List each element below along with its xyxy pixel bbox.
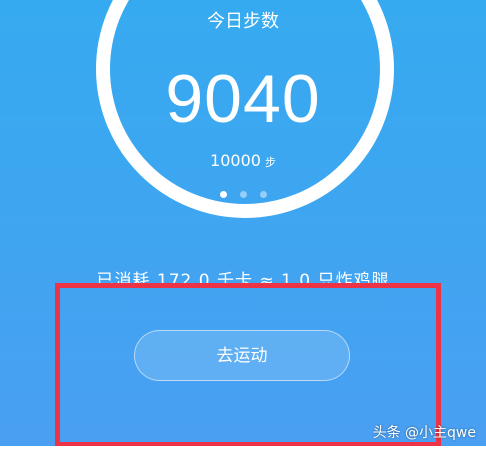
step-count: 9040 <box>165 61 321 137</box>
watermark: 头条 @小主qwe <box>372 425 476 441</box>
calorie-summary: 已消耗 172.0 千卡 ≈ 1.0 只炸鸡腿 <box>96 271 390 291</box>
page-dot-3[interactable] <box>259 191 267 198</box>
step-goal-unit: 步 <box>264 156 276 169</box>
page-dot-2[interactable] <box>239 191 247 198</box>
page-dot-1[interactable] <box>219 191 227 198</box>
step-goal: 10000 步 <box>0 150 486 174</box>
go-exercise-button[interactable]: 去运动 <box>134 330 350 381</box>
today-steps-title: 今日步数 <box>207 11 279 32</box>
step-goal-value: 10000 <box>210 151 261 170</box>
app-screen: 今日步数 9040 10000 步 已消耗 172.0 千卡 ≈ 1.0 只炸鸡腿… <box>0 0 486 446</box>
page-indicator <box>0 191 486 198</box>
